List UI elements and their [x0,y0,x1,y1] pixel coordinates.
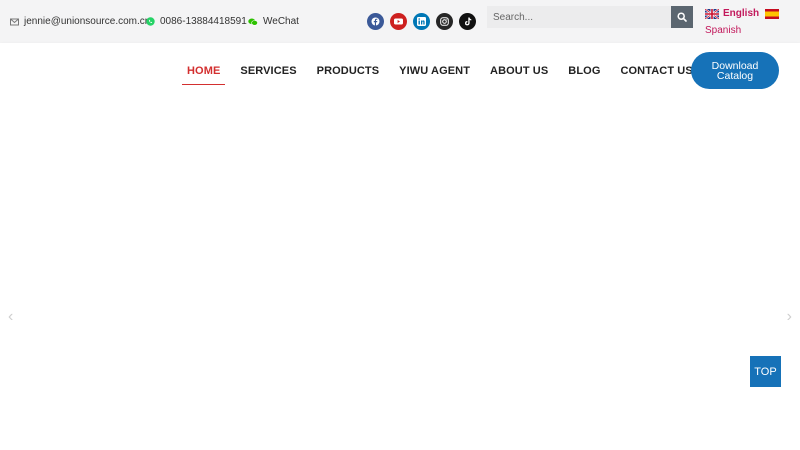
search-button[interactable] [671,6,693,28]
spain-flag-icon[interactable] [765,8,780,19]
download-catalog-button[interactable]: Download Catalog [691,52,779,89]
slider-prev-arrow[interactable]: ‹ [8,308,13,326]
search-icon [677,12,687,22]
youtube-icon[interactable] [390,13,407,30]
nav-item-contact-us[interactable]: CONTACT US [615,63,697,85]
wechat-text[interactable]: WeChat [263,16,299,27]
facebook-icon[interactable] [367,13,384,30]
phone-contact[interactable]: 0086-13884418591 [146,16,247,27]
phone-text[interactable]: 0086-13884418591 [160,16,247,27]
email-text[interactable]: jennie@unionsource.com.cn [24,16,150,27]
linkedin-icon[interactable] [413,13,430,30]
uk-flag-icon[interactable] [705,8,719,19]
search-input[interactable] [487,6,671,28]
language-spanish-link[interactable]: Spanish [705,25,741,36]
email-contact[interactable]: jennie@unionsource.com.cn [10,16,150,27]
search-form [487,6,693,28]
social-links [367,13,476,30]
nav-item-home[interactable]: HOME [182,63,226,85]
back-to-top-button[interactable]: TOP [750,356,781,387]
slider-next-arrow[interactable]: › [787,308,792,326]
hero-slider: ‹ › [0,98,800,450]
instagram-icon[interactable] [436,13,453,30]
top-bar: jennie@unionsource.com.cn 0086-138844185… [0,0,800,43]
nav-item-blog[interactable]: BLOG [563,63,605,85]
main-menu: HOME SERVICES PRODUCTS YIWU AGENT ABOUT … [182,63,698,85]
nav-item-about-us[interactable]: ABOUT US [485,63,553,85]
language-english-link[interactable]: English [723,8,759,19]
wechat-icon [248,18,258,26]
whatsapp-icon [146,17,155,26]
tiktok-icon[interactable] [459,13,476,30]
nav-item-services[interactable]: SERVICES [235,63,301,85]
nav-item-products[interactable]: PRODUCTS [312,63,385,85]
main-navbar: HOME SERVICES PRODUCTS YIWU AGENT ABOUT … [0,43,800,98]
wechat-contact[interactable]: WeChat [248,16,299,27]
email-icon [10,18,19,26]
nav-item-yiwu-agent[interactable]: YIWU AGENT [394,63,475,85]
language-switcher: English Spanish [705,8,780,36]
